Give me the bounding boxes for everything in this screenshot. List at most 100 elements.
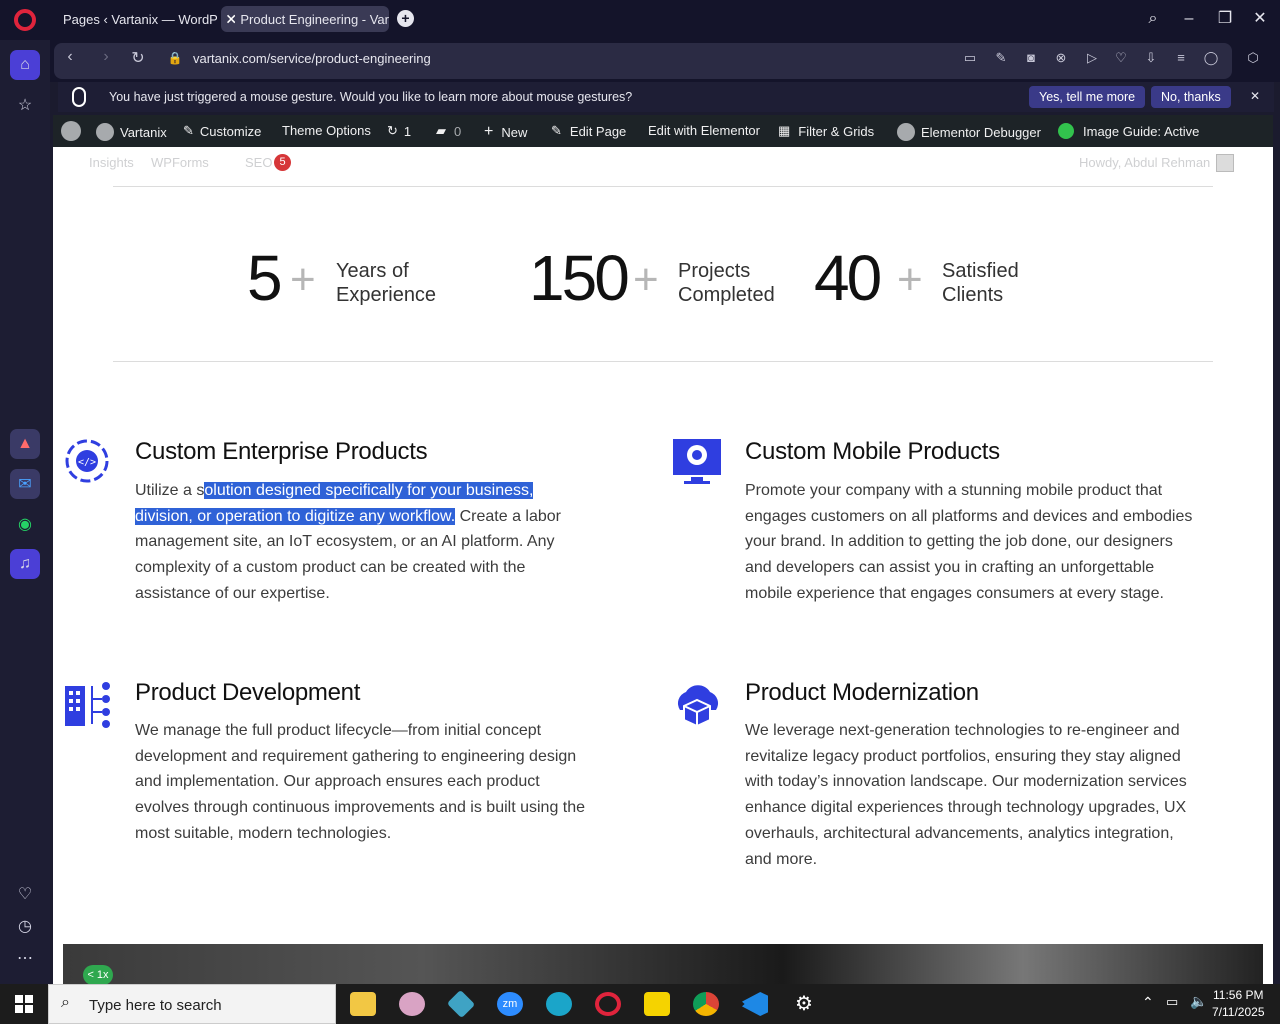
zoom-icon[interactable]: zm	[497, 992, 523, 1016]
info-icon	[897, 123, 915, 141]
cloud-box-icon	[677, 685, 719, 728]
windows-taskbar: ⌕ Type here to search zm ⚙ ⌃ ▭ 🔈 11:56 P…	[0, 984, 1280, 1024]
music-player-icon[interactable]: ♫	[10, 549, 40, 579]
service-description: We manage the full product lifecycle—fro…	[135, 722, 586, 842]
camera-icon[interactable]: ◙	[1023, 50, 1039, 66]
bolt-icon	[1058, 123, 1074, 139]
edit-elementor-link[interactable]: Edit with Elementor	[648, 123, 760, 138]
maximize-button[interactable]: ❐	[1214, 8, 1236, 30]
browser-title-bar: Pages ‹ Vartanix — WordP Product Enginee…	[0, 0, 1280, 40]
plus-icon: +	[484, 123, 494, 140]
search-tabs-icon[interactable]: ⌕	[1142, 8, 1164, 30]
new-tab-button[interactable]: +	[397, 10, 414, 27]
grid-icon: ▦	[778, 123, 791, 138]
close-icon[interactable]: ✕	[1250, 89, 1260, 103]
browser-sidebar: ⌂ ☆ ▲ ✉ ◉ ♫ ♡ ◷ ⋯	[0, 40, 50, 984]
divider	[113, 186, 1213, 187]
history-icon[interactable]: ◷	[10, 911, 40, 941]
no-thanks-button[interactable]: No, thanks	[1151, 86, 1231, 108]
page-content: Insights WPForms SEO 5 Howdy, Abdul Rehm…	[53, 147, 1273, 984]
image-guide-link[interactable]: Image Guide: Active	[1058, 123, 1199, 139]
wordpress-logo-icon[interactable]	[61, 121, 87, 141]
system-clock[interactable]: 11:56 PM 7/11/2025	[1212, 987, 1265, 1021]
theme-options-link[interactable]: Theme Options	[282, 123, 371, 138]
edge-icon[interactable]	[546, 992, 572, 1016]
vscode-icon[interactable]	[742, 992, 768, 1016]
elementor-debugger-link[interactable]: Elementor Debugger	[897, 123, 1041, 141]
avatar[interactable]	[1216, 154, 1234, 172]
menu-icon[interactable]: ≡	[1173, 50, 1189, 66]
taskbar-search-box[interactable]: ⌕ Type here to search	[48, 984, 336, 1024]
send-icon[interactable]: ▷	[1084, 50, 1100, 66]
filter-grids-link[interactable]: ▦ Filter & Grids	[778, 123, 874, 139]
service-description: Utilize a solution designed specifically…	[135, 482, 562, 602]
dashboard-icon	[96, 123, 114, 141]
seo-count-badge: 5	[274, 154, 291, 171]
tab-label: Pages ‹ Vartanix — WordP	[63, 11, 217, 27]
adblock-icon[interactable]: ⊗	[1053, 50, 1069, 66]
gesture-notification: You have just triggered a mouse gesture.…	[58, 82, 1274, 112]
service-title: Custom Enterprise Products	[135, 438, 428, 465]
stat-plus: +	[633, 255, 659, 304]
gesture-message: You have just triggered a mouse gesture.…	[109, 90, 633, 104]
service-title: Custom Mobile Products	[745, 438, 1000, 465]
windows-start-icon[interactable]	[15, 995, 33, 1013]
wpforms-link[interactable]: WPForms	[151, 155, 209, 170]
sticky-notes-icon[interactable]	[644, 992, 670, 1016]
stat-plus: +	[290, 255, 316, 304]
stat-number: 5	[247, 242, 283, 314]
opera-logo-icon[interactable]	[14, 9, 36, 31]
minimize-button[interactable]: –	[1178, 8, 1200, 30]
address-bar-row: ‹ › ↻ 🔒 vartanix.com/service/product-eng…	[50, 40, 1280, 82]
paint-app-icon[interactable]	[399, 992, 425, 1016]
url-text[interactable]: vartanix.com/service/product-engineering	[193, 51, 431, 66]
chevron-up-icon[interactable]: ⌃	[1142, 994, 1154, 1011]
vartanix-logo-icon	[227, 14, 236, 24]
close-window-button[interactable]: ✕	[1249, 8, 1271, 30]
aria-icon[interactable]: ▲	[10, 429, 40, 459]
comment-icon: ▰	[436, 123, 446, 138]
wp-admin-sub-bar: Insights WPForms SEO 5 Howdy, Abdul Rehm…	[53, 147, 1273, 181]
updates-link[interactable]: ↻ 1	[387, 123, 411, 139]
tab-pages[interactable]: Pages ‹ Vartanix — WordP	[52, 6, 217, 32]
opera-taskbar-icon[interactable]	[595, 992, 621, 1016]
forward-button[interactable]: ›	[96, 48, 116, 66]
stat-number: 40	[814, 242, 882, 314]
reload-button[interactable]: ↻	[128, 48, 148, 68]
tab-product-engineering[interactable]: Product Engineering - Var	[221, 6, 389, 32]
video-banner[interactable]	[63, 944, 1263, 984]
volume-icon[interactable]: 🔈	[1190, 993, 1207, 1010]
home-icon[interactable]: ⌂	[10, 50, 40, 80]
comments-link[interactable]: ▰ 0	[436, 123, 461, 139]
edit-icon[interactable]: ✎	[993, 50, 1009, 66]
playback-speed-badge[interactable]: < 1x	[83, 965, 113, 984]
back-button[interactable]: ‹	[60, 48, 80, 66]
star-icon[interactable]: ☆	[10, 90, 40, 120]
seo-link[interactable]: SEO	[245, 155, 272, 170]
customize-link[interactable]: ✎ Customize	[183, 123, 261, 139]
svg-text:</>: </>	[78, 457, 96, 468]
new-link[interactable]: + New	[484, 123, 527, 141]
updates-icon: ↻	[387, 123, 398, 138]
service-description: We leverage next-generation technologies…	[745, 722, 1187, 868]
more-icon[interactable]: ⋯	[10, 943, 40, 973]
settings-gear-icon[interactable]: ⚙	[791, 992, 817, 1016]
download-icon[interactable]: ⇩	[1143, 50, 1159, 66]
howdy-user[interactable]: Howdy, Abdul Rehman	[1079, 155, 1210, 170]
site-name-link[interactable]: Vartanix	[96, 123, 167, 141]
yes-tell-me-more-button[interactable]: Yes, tell me more	[1029, 86, 1146, 108]
insights-link[interactable]: Insights	[89, 155, 134, 170]
whatsapp-icon[interactable]: ◉	[10, 509, 40, 539]
chrome-icon[interactable]	[693, 992, 719, 1016]
file-explorer-icon[interactable]	[350, 992, 376, 1016]
reader-icon[interactable]: ▭	[962, 50, 978, 66]
messenger-icon[interactable]: ✉	[10, 469, 40, 499]
heart-icon[interactable]: ♡	[10, 879, 40, 909]
profile-icon[interactable]: ◯	[1203, 50, 1219, 66]
network-icon[interactable]: ▭	[1166, 994, 1178, 1010]
favorite-icon[interactable]: ♡	[1113, 50, 1129, 66]
edit-page-link[interactable]: ✎ Edit Page	[551, 123, 626, 139]
extensions-icon[interactable]: ⬡	[1245, 50, 1261, 66]
mouse-icon	[72, 87, 86, 107]
app-diamond-icon[interactable]	[446, 989, 476, 1019]
